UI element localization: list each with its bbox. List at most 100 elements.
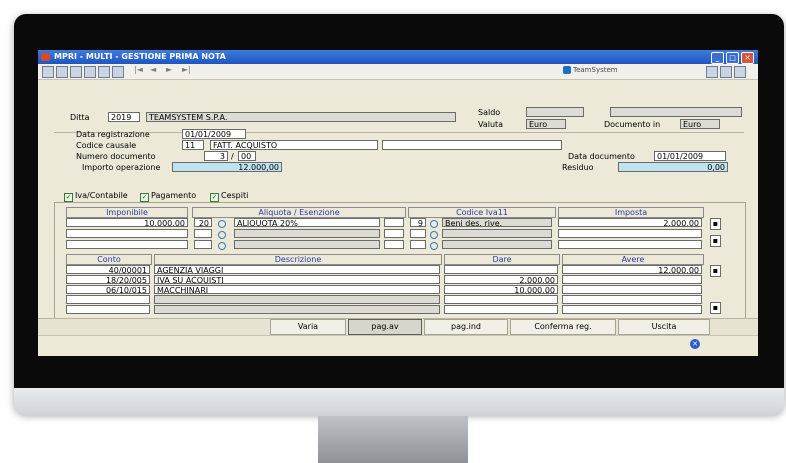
application-window: MPRI - MULTI - GESTIONE PRIMA NOTA _ □ ✕… [38, 50, 758, 356]
residuo-field: 0,00 [618, 162, 728, 172]
descrizione-cell: IVA SU ACQUISTI [154, 275, 440, 284]
copy-icon[interactable] [56, 66, 68, 78]
pag-ind-button[interactable]: pag.ind [424, 319, 508, 335]
lookup-icon[interactable] [218, 231, 226, 239]
dare-cell[interactable]: 10.000,00 [444, 285, 558, 294]
conto-cell[interactable] [66, 295, 150, 304]
previous-record-button[interactable]: ◄ [150, 65, 156, 74]
lookup-icon[interactable] [430, 231, 438, 239]
iva-scrollbar[interactable]: ▪ [710, 218, 721, 230]
tab-cespiti-label: Cespiti [221, 191, 249, 200]
folder-icon[interactable] [70, 66, 82, 78]
codice-causale-label: Codice causale [76, 141, 137, 150]
last-record-button[interactable]: ►| [182, 65, 191, 74]
data-registrazione-field[interactable]: 01/01/2009 [182, 129, 246, 139]
codice-iva-cell[interactable] [410, 240, 426, 249]
uscita-button[interactable]: Uscita [618, 319, 710, 335]
conti-scrollbar[interactable]: ▪ [710, 265, 721, 277]
lookup-icon[interactable] [430, 242, 438, 250]
lookup-icon[interactable] [430, 220, 438, 228]
screen: MPRI - MULTI - GESTIONE PRIMA NOTA _ □ ✕… [38, 50, 758, 356]
dare-cell[interactable]: 2.000,00 [444, 275, 558, 284]
causale-note-field[interactable] [382, 140, 562, 150]
check-icon: ✓ [64, 193, 73, 202]
status-bar [38, 335, 758, 356]
aliquota-desc-cell: ALIQUOTA 20% [234, 218, 380, 227]
dare-header: Dare [444, 254, 560, 265]
empty-cell[interactable] [384, 218, 404, 227]
ditta-name-field: TEAMSYSTEM S.P.A. [146, 112, 456, 122]
imposta-cell[interactable]: 2.000,00 [558, 218, 702, 227]
pag-av-button[interactable]: pag.av [348, 319, 422, 335]
imposta-cell[interactable] [558, 240, 702, 249]
avere-cell[interactable] [562, 295, 702, 304]
next-record-button[interactable]: ► [166, 65, 172, 74]
conti-scrollbar-down[interactable]: ▪ [710, 302, 721, 314]
aliquota-code-cell[interactable]: 20 [194, 218, 212, 227]
calculator-icon[interactable] [706, 66, 718, 78]
search-icon[interactable] [112, 66, 124, 78]
descrizione-cell: MACCHINARI [154, 285, 440, 294]
ditta-code-field[interactable]: 2019 [108, 112, 140, 122]
data-documento-field[interactable]: 01/01/2009 [654, 151, 726, 161]
imposta-cell[interactable] [558, 229, 702, 238]
numero-documento-field[interactable]: 3 [204, 151, 228, 161]
empty-cell[interactable] [384, 229, 404, 238]
avere-cell[interactable] [562, 305, 702, 314]
lookup-icon[interactable] [218, 220, 226, 228]
edit-icon[interactable] [734, 66, 746, 78]
codice-iva-cell[interactable] [410, 229, 426, 238]
imponibile-header: Imponibile [66, 207, 188, 218]
maximize-button[interactable]: □ [726, 52, 739, 64]
imponibile-cell[interactable]: 10.000,00 [66, 218, 188, 227]
importo-operazione-field[interactable]: 12.000,00 [172, 162, 282, 172]
new-record-icon[interactable] [42, 66, 54, 78]
conferma-reg-button[interactable]: Conferma reg. [510, 319, 616, 335]
dare-cell[interactable] [444, 305, 558, 314]
imposta-header: Imposta [558, 207, 704, 218]
avere-cell[interactable] [562, 285, 702, 294]
tools-icon[interactable] [720, 66, 732, 78]
conto-cell[interactable] [66, 305, 150, 314]
tab-pagamento[interactable]: ✓ Pagamento [140, 191, 196, 202]
dare-cell[interactable] [444, 265, 558, 274]
conto-cell[interactable]: 06/10/015 [66, 285, 150, 294]
lookup-icon[interactable] [218, 242, 226, 250]
imponibile-cell[interactable] [66, 240, 188, 249]
conto-header: Conto [66, 254, 152, 265]
codice-iva-cell[interactable]: 9 [410, 218, 426, 227]
saldo-label: Saldo [478, 108, 501, 117]
tab-cespiti[interactable]: ✓ Cespiti [210, 191, 248, 202]
tab-pagamento-label: Pagamento [151, 191, 197, 200]
window-title: MPRI - MULTI - GESTIONE PRIMA NOTA [54, 52, 226, 61]
saldo-field [526, 107, 584, 117]
help-icon[interactable]: ✕ [690, 339, 700, 349]
save-icon[interactable] [84, 66, 96, 78]
empty-cell[interactable] [384, 240, 404, 249]
tab-iva-contabile[interactable]: ✓ Iva/Contabile [64, 191, 128, 202]
imponibile-cell[interactable] [66, 229, 188, 238]
close-button[interactable]: ✕ [741, 52, 754, 64]
valuta-label: Valuta [478, 120, 504, 129]
documento-in-label: Documento in [604, 120, 661, 129]
aliquota-code-cell[interactable] [194, 229, 212, 238]
minimize-button[interactable]: _ [711, 52, 724, 64]
numero-documento-separator: / [231, 152, 234, 161]
first-record-button[interactable]: |◄ [134, 65, 143, 74]
iva-scrollbar-down[interactable]: ▪ [710, 235, 721, 247]
conto-cell[interactable]: 18/20/005 [66, 275, 150, 284]
varia-button[interactable]: Varia [270, 319, 346, 335]
avere-cell[interactable] [562, 275, 702, 284]
dare-cell[interactable] [444, 295, 558, 304]
codice-causale-field[interactable]: 11 [182, 140, 204, 150]
avere-cell[interactable]: 12.000,00 [562, 265, 702, 274]
print-icon[interactable] [98, 66, 110, 78]
importo-operazione-label: Importo operazione [82, 163, 161, 172]
causale-description-field[interactable]: FATT. ACQUISTO [210, 140, 378, 150]
brand-text: TeamSystem [573, 66, 618, 74]
monitor-stand [318, 416, 468, 463]
aliquota-code-cell[interactable] [194, 240, 212, 249]
numero-documento-suffix-field[interactable]: 00 [238, 151, 256, 161]
check-icon: ✓ [210, 193, 219, 202]
conto-cell[interactable]: 40/00001 [66, 265, 150, 274]
